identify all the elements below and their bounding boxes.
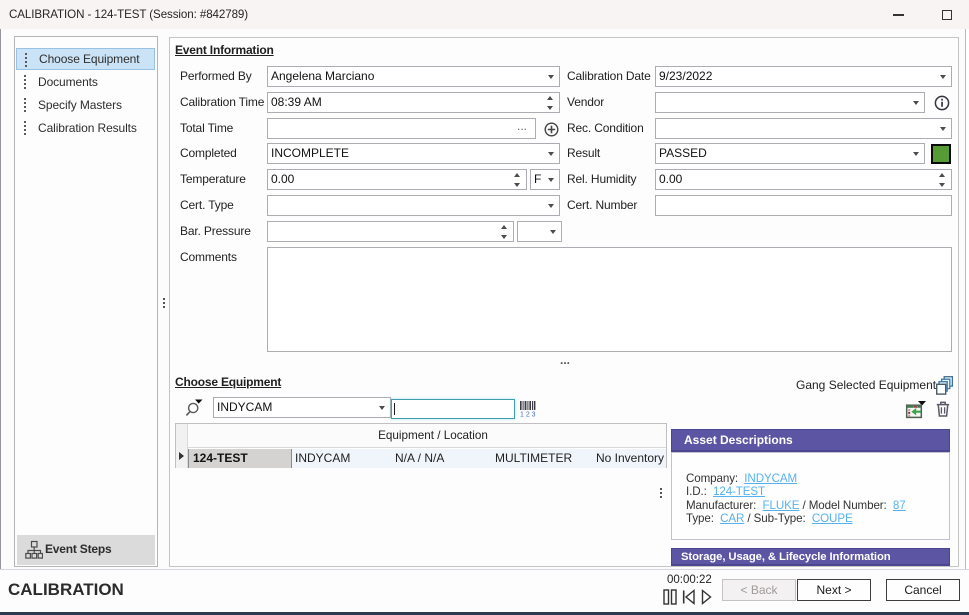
svg-text:1 2 3: 1 2 3	[520, 412, 536, 418]
